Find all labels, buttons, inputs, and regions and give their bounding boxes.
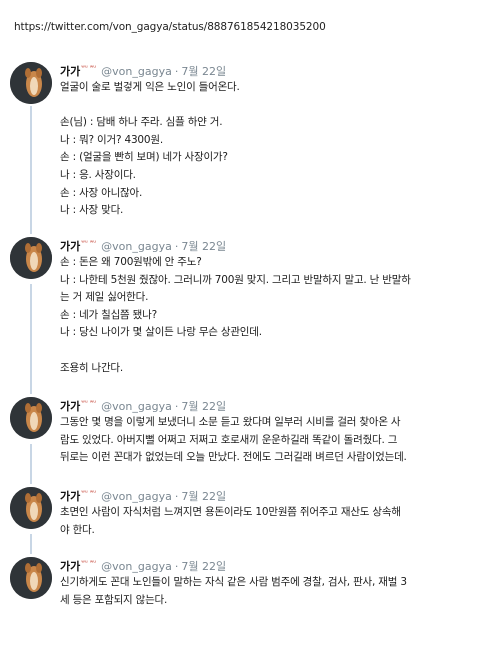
tweet-date[interactable]: 7월 22일 <box>181 238 226 254</box>
text-line: 뒤로는 이런 꼰대가 없었는데 오늘 만났다. 전에도 그러길래 벼르던 사람이… <box>60 451 407 464</box>
tweet-header: 가가 ʷᵘ ʷᵘ @von_gagya · 7월 22일 <box>60 239 226 253</box>
tweet-header: 가가 ʷᵘ ʷᵘ @von_gagya · 7월 22일 <box>60 489 226 503</box>
thread-line <box>30 106 32 234</box>
text-line: 나 : 당신 나이가 몇 살이든 나랑 무슨 상관인데. <box>60 326 262 339</box>
text-line: 손(님) : 담배 하나 주라. 심플 하얀 거. <box>60 116 223 129</box>
tweet-date[interactable]: 7월 22일 <box>181 398 226 414</box>
display-name[interactable]: 가가 <box>60 63 80 79</box>
text-line <box>60 342 484 360</box>
tweet-date[interactable]: 7월 22일 <box>181 63 226 79</box>
tweet-date[interactable]: 7월 22일 <box>181 558 226 574</box>
text-line: 나 : 나한테 5천원 줬잖아. 그러니까 700원 맞지. 그리고 반말하지 … <box>60 273 411 286</box>
separator: · <box>174 64 179 78</box>
text-line: 손 : (얼굴을 빤히 보며) 네가 사장이가? <box>60 151 228 164</box>
user-handle[interactable]: @von_gagya <box>101 560 172 573</box>
status-url: https://twitter.com/von_gagya/status/888… <box>14 21 326 33</box>
emoji-icon: ʷᵘ <box>81 489 88 497</box>
text-line: 세 등은 포함되지 않는다. <box>60 593 168 606</box>
separator: · <box>174 239 179 253</box>
user-handle[interactable]: @von_gagya <box>101 65 172 78</box>
tweet-text: 초면인 사람이 자식처럼 느껴지면 용돈이라도 10만원쯤 쥐어주고 재산도 상… <box>60 504 484 539</box>
text-line: 나 : 사장 맞다. <box>60 204 124 217</box>
thread-line <box>30 284 32 394</box>
emoji-icon: ʷᵘ <box>89 399 97 407</box>
avatar[interactable] <box>10 557 52 599</box>
separator: · <box>174 489 179 503</box>
avatar[interactable] <box>10 487 52 529</box>
emoji-icon: ʷᵘ <box>89 239 97 247</box>
text-line: 손 : 돈은 왜 700원밖에 안 주노? <box>60 256 202 268</box>
display-name[interactable]: 가가 <box>60 488 80 504</box>
tweet-text: 손 : 돈은 왜 700원밖에 안 주노? 나 : 나한테 5천원 줬잖아. 그… <box>60 254 484 377</box>
user-handle[interactable]: @von_gagya <box>101 240 172 253</box>
display-name[interactable]: 가가 <box>60 238 80 254</box>
tweet-text: 그동안 몇 명을 이렇게 보냈더니 소문 듣고 왔다며 일부러 시비를 걸러 찾… <box>60 414 484 467</box>
emoji-icon: ʷᵘ <box>81 64 88 72</box>
tweet-date[interactable]: 7월 22일 <box>181 488 226 504</box>
text-line: 람도 있었다. 아버지뻘 어쩌고 저쩌고 호로새끼 운운하길래 똑같이 돌려줬다… <box>60 433 398 446</box>
user-handle[interactable]: @von_gagya <box>101 400 172 413</box>
emoji-icon: ʷᵘ <box>81 559 88 567</box>
text-line: 손 : 네가 칠십쯤 됐나? <box>60 308 157 321</box>
avatar[interactable] <box>10 62 52 104</box>
text-line: 는 거 제일 싫어한다. <box>60 291 149 304</box>
text-line: 조용히 나간다. <box>60 361 124 374</box>
text-line: 나 : 응. 사장이다. <box>60 168 136 181</box>
emoji-icon: ʷᵘ <box>81 239 88 247</box>
text-line: 신기하게도 꼰대 노인들이 말하는 자식 같은 사람 범주에 경찰, 검사, 판… <box>60 576 407 588</box>
emoji-icon: ʷᵘ <box>81 399 88 407</box>
tweet-header: 가가 ʷᵘ ʷᵘ @von_gagya · 7월 22일 <box>60 64 226 78</box>
user-handle[interactable]: @von_gagya <box>101 490 172 503</box>
tweet-text: 신기하게도 꼰대 노인들이 말하는 자식 같은 사람 범주에 경찰, 검사, 판… <box>60 574 484 609</box>
avatar[interactable] <box>10 237 52 279</box>
text-line: 야 한다. <box>60 523 95 536</box>
text-line <box>60 97 484 115</box>
text-line: 얼굴이 술로 벌겋게 익은 노인이 들어온다. <box>60 81 240 93</box>
text-line: 초면인 사람이 자식처럼 느껴지면 용돈이라도 10만원쯤 쥐어주고 재산도 상… <box>60 506 401 518</box>
text-line: 손 : 사장 아니잖아. <box>60 186 143 199</box>
text-line: 나 : 뭐? 이거? 4300원. <box>60 133 163 146</box>
thread-line <box>30 534 32 554</box>
emoji-icon: ʷᵘ <box>89 64 97 72</box>
tweet-text: 얼굴이 술로 벌겋게 익은 노인이 들어온다. 손(님) : 담배 하나 주라.… <box>60 79 484 220</box>
display-name[interactable]: 가가 <box>60 558 80 574</box>
tweet-header: 가가 ʷᵘ ʷᵘ @von_gagya · 7월 22일 <box>60 559 226 573</box>
emoji-icon: ʷᵘ <box>89 559 97 567</box>
display-name[interactable]: 가가 <box>60 398 80 414</box>
avatar[interactable] <box>10 397 52 439</box>
separator: · <box>174 559 179 573</box>
emoji-icon: ʷᵘ <box>89 489 97 497</box>
separator: · <box>174 399 179 413</box>
text-line: 그동안 몇 명을 이렇게 보냈더니 소문 듣고 왔다며 일부러 시비를 걸러 찾… <box>60 416 401 428</box>
thread-line <box>30 444 32 484</box>
tweet-header: 가가 ʷᵘ ʷᵘ @von_gagya · 7월 22일 <box>60 399 226 413</box>
